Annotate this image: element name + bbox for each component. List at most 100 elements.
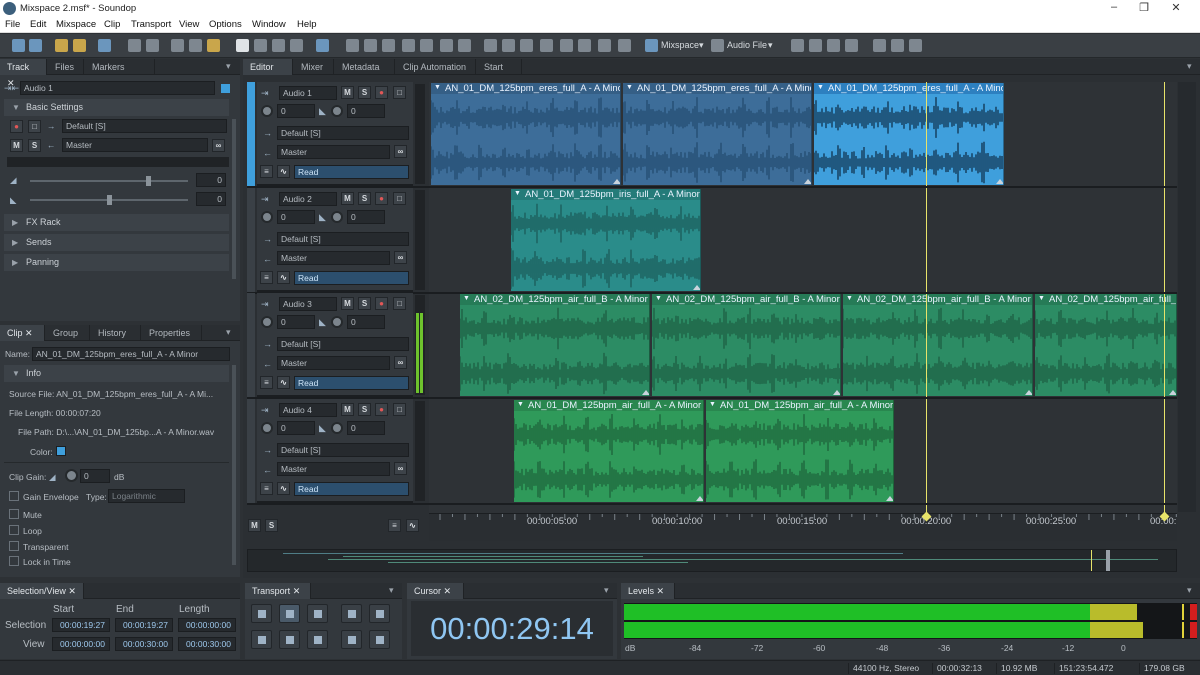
- close-icon[interactable]: ✕: [293, 586, 301, 596]
- basic-settings-section[interactable]: ▼ Basic Settings: [4, 99, 229, 116]
- track-vscroll[interactable]: [1178, 82, 1196, 512]
- master-solo-button[interactable]: S: [265, 519, 278, 532]
- fade-handle[interactable]: [693, 285, 700, 290]
- track-input-select[interactable]: Default [S]: [277, 232, 409, 246]
- align-bottom-icon[interactable]: [827, 39, 840, 52]
- undo-icon[interactable]: [128, 39, 141, 52]
- marker-add-icon[interactable]: [560, 39, 573, 52]
- clip-gain-value[interactable]: 0: [80, 469, 110, 483]
- audio-file-view-icon[interactable]: [711, 39, 724, 52]
- tab-track[interactable]: Track ✕: [0, 59, 47, 88]
- track-input-select[interactable]: Default [S]: [277, 337, 409, 351]
- clip-name-field[interactable]: AN_01_DM_125bpm_eres_full_A - A Minor: [32, 347, 230, 361]
- playhead-line[interactable]: [1164, 82, 1165, 522]
- tab-transport[interactable]: Transport ✕: [245, 583, 311, 599]
- tab-metadata[interactable]: Metadata: [335, 59, 395, 75]
- track-name-field[interactable]: Audio 3: [279, 297, 337, 311]
- track-monitor-button[interactable]: □: [393, 192, 406, 205]
- track-header[interactable]: ⇥ Audio 4 M S ● □ 0 ◣ 0 → Default [S] ← …: [257, 399, 413, 503]
- zoom-in-v-icon[interactable]: [420, 39, 433, 52]
- record-button[interactable]: [341, 604, 362, 623]
- track-mute-button[interactable]: M: [341, 192, 354, 205]
- panel-menu-icon[interactable]: ▾: [226, 327, 231, 338]
- fade-handle[interactable]: [696, 496, 703, 501]
- redo-icon[interactable]: [146, 39, 159, 52]
- cut-icon[interactable]: [171, 39, 184, 52]
- panning-section[interactable]: ▶ Panning: [4, 254, 229, 271]
- panel-menu-icon[interactable]: ▾: [389, 585, 394, 596]
- fx-rack-section[interactable]: ▶ FX Rack: [4, 214, 229, 231]
- clip-menu-icon[interactable]: ▼: [817, 84, 824, 91]
- overview-scroller[interactable]: [247, 549, 1177, 572]
- fade-handle[interactable]: [613, 179, 620, 184]
- track-pan-knob[interactable]: [331, 316, 343, 328]
- panel-menu-icon[interactable]: ▾: [1187, 585, 1192, 596]
- audio-clip[interactable]: AN_02_DM_125bpm_air_full_B - A Minor▼: [652, 294, 841, 396]
- track-input-select[interactable]: Default [S]: [277, 126, 409, 140]
- pan-slider-handle[interactable]: [107, 195, 112, 205]
- track-record-button[interactable]: ●: [375, 297, 388, 310]
- mute-checkbox[interactable]: [9, 509, 19, 519]
- audio-clip[interactable]: AN_02_DM_125bpm_air_full_B - A Minor▼: [843, 294, 1033, 396]
- loop-button[interactable]: [369, 604, 390, 623]
- tab-levels[interactable]: Levels ✕: [621, 583, 675, 599]
- track-pan-value[interactable]: 0: [347, 421, 385, 435]
- tab-files[interactable]: Files: [48, 59, 84, 75]
- tab-clip-automation[interactable]: Clip Automation: [396, 59, 476, 75]
- tab-markers[interactable]: Markers: [85, 59, 155, 75]
- go-to-end-button[interactable]: [341, 630, 362, 649]
- master-mute-button[interactable]: M: [248, 519, 261, 532]
- automation-icon[interactable]: ∿: [406, 519, 419, 532]
- clip-menu-icon[interactable]: ▼: [626, 84, 633, 91]
- fast-forward-button[interactable]: [307, 630, 328, 649]
- fade-handle[interactable]: [996, 179, 1003, 184]
- output-select[interactable]: Master: [62, 138, 208, 152]
- go-to-start-button[interactable]: [251, 630, 272, 649]
- pan-slider[interactable]: [30, 195, 188, 205]
- marker-next-icon[interactable]: [598, 39, 611, 52]
- marker-prev-icon[interactable]: [578, 39, 591, 52]
- tab-history[interactable]: History: [91, 325, 141, 341]
- transparent-checkbox[interactable]: [9, 541, 19, 551]
- trim-right-icon[interactable]: [909, 39, 922, 52]
- split-tool-icon[interactable]: [272, 39, 285, 52]
- zoom-sel-icon[interactable]: [402, 39, 415, 52]
- track-volume-knob[interactable]: [261, 422, 273, 434]
- zoom-out-h-icon[interactable]: [364, 39, 377, 52]
- clip-menu-icon[interactable]: ▼: [1038, 295, 1045, 302]
- audio-clip[interactable]: AN_01_DM_125bpm_eres_full_A - A Minor ▼: [431, 83, 621, 185]
- rewind-button[interactable]: [279, 630, 300, 649]
- save-icon[interactable]: [98, 39, 111, 52]
- track-monitor-button[interactable]: □: [393, 403, 406, 416]
- go-next-icon[interactable]: [520, 39, 533, 52]
- track-monitor-button[interactable]: □: [393, 297, 406, 310]
- cursor-time-display[interactable]: 00:00:29:14: [411, 601, 613, 656]
- track-mute-button[interactable]: M: [341, 403, 354, 416]
- link-icon[interactable]: ∞: [394, 356, 407, 369]
- lane-view-icon[interactable]: ≡: [260, 482, 273, 495]
- link-icon[interactable]: ∞: [394, 251, 407, 264]
- selection-start-field[interactable]: 00:00:19:27: [52, 618, 110, 632]
- volume-slider-handle[interactable]: [146, 176, 151, 186]
- minimize-icon[interactable]: –: [1100, 1, 1128, 13]
- track-output-select[interactable]: Master: [277, 356, 390, 370]
- menu-edit[interactable]: Edit: [30, 19, 46, 30]
- new-file-icon[interactable]: [55, 39, 68, 52]
- menu-help[interactable]: Help: [297, 19, 317, 30]
- menu-window[interactable]: Window: [252, 19, 286, 30]
- track-mute-button[interactable]: M: [341, 86, 354, 99]
- tab-cursor[interactable]: Cursor ✕: [407, 583, 464, 599]
- gain-envelope-checkbox[interactable]: [9, 491, 19, 501]
- track-input-select[interactable]: Default [S]: [277, 443, 409, 457]
- automation-icon[interactable]: ∿: [277, 165, 290, 178]
- move-tool-icon[interactable]: [254, 39, 267, 52]
- track-mute-button[interactable]: M: [341, 297, 354, 310]
- track-output-select[interactable]: Master: [277, 145, 390, 159]
- trim-center-icon[interactable]: [891, 39, 904, 52]
- close-icon[interactable]: ✕: [657, 586, 665, 596]
- track-record-button[interactable]: ●: [375, 86, 388, 99]
- automation-icon[interactable]: ∿: [277, 271, 290, 284]
- mixspace-dropdown[interactable]: Mixspace: [661, 40, 699, 50]
- audio-file-dropdown[interactable]: Audio File: [727, 40, 767, 50]
- fade-handle[interactable]: [804, 179, 811, 184]
